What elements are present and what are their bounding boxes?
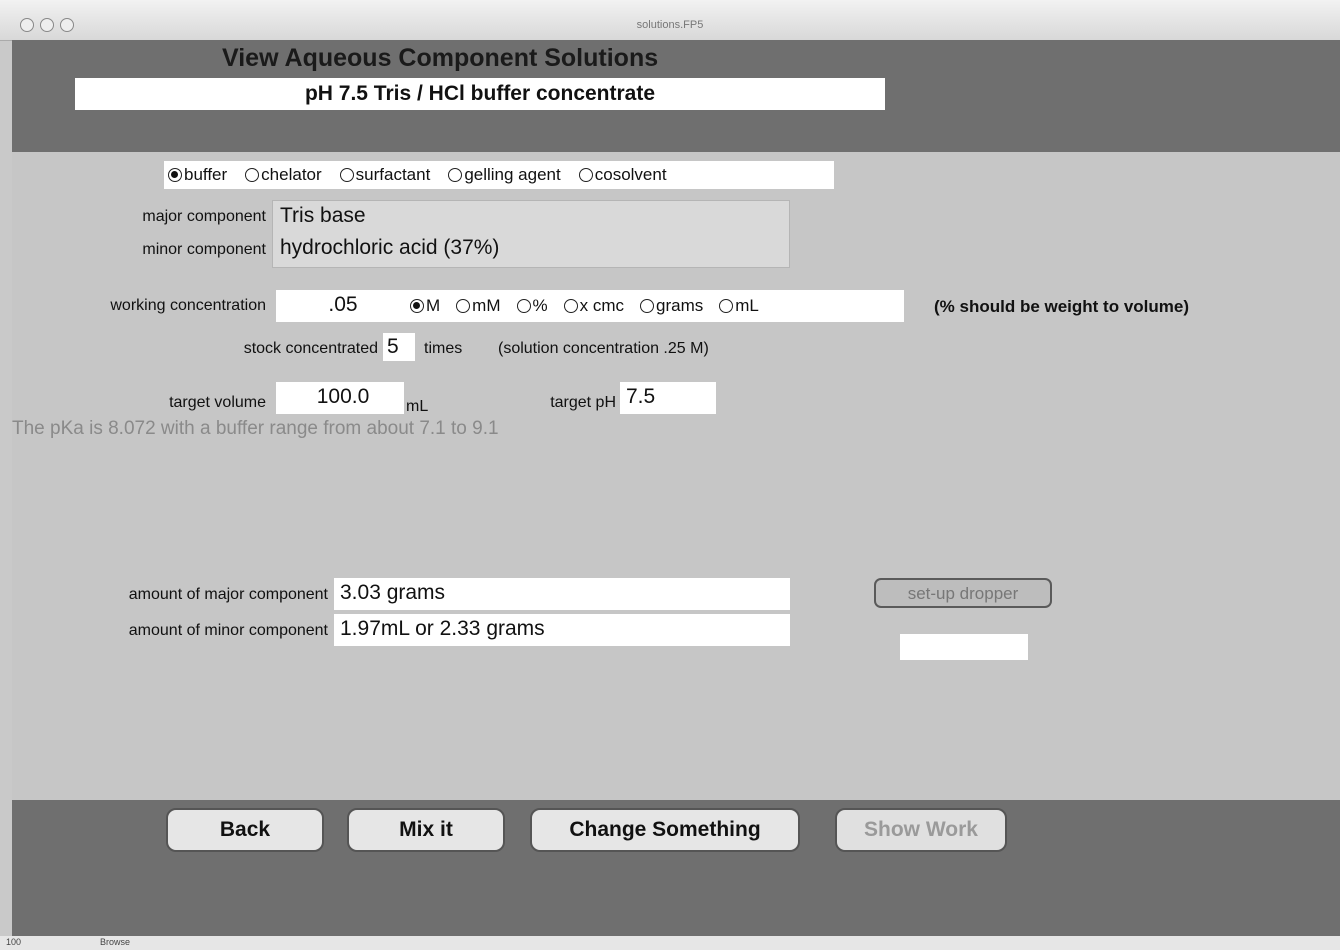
radio-chelator[interactable]: chelator xyxy=(245,165,322,185)
mix-it-button[interactable]: Mix it xyxy=(347,808,505,852)
radio-empty-icon xyxy=(339,168,354,182)
zoom-level[interactable]: 100 xyxy=(6,937,21,947)
mode-label[interactable]: Browse xyxy=(100,937,130,947)
stock-times-suffix: times xyxy=(424,340,463,357)
radio-unit-x-cmc[interactable]: x cmc xyxy=(563,296,624,316)
concentration-note: (% should be weight to volume) xyxy=(934,297,1189,316)
radio-surfactant[interactable]: surfactant xyxy=(339,165,430,185)
target-volume-field[interactable]: 100.0 xyxy=(276,382,404,414)
window-title: solutions.FP5 xyxy=(636,19,704,31)
minor-amount-label: amount of minor component xyxy=(128,622,328,639)
radio-empty-icon xyxy=(456,299,471,313)
dropper-output-field[interactable] xyxy=(900,634,1028,660)
main-content: buffer chelator surfactant gelling agent… xyxy=(12,152,1340,800)
radio-unit-mm[interactable]: mM xyxy=(456,296,501,316)
target-ph-label: target pH xyxy=(550,394,616,411)
pka-info-text: The pKa is 8.072 with a buffer range fro… xyxy=(12,418,499,439)
major-amount-field[interactable]: 3.03 grams xyxy=(334,578,790,610)
window-titlebar: solutions.FP5 xyxy=(0,0,1340,41)
major-component-label: major component xyxy=(142,208,266,225)
target-volume-label: target volume xyxy=(169,394,266,411)
radio-empty-icon xyxy=(448,168,463,182)
radio-selected-icon xyxy=(410,299,424,313)
target-ph-field[interactable]: 7.5 xyxy=(620,382,716,414)
minor-amount-field[interactable]: 1.97mL or 2.33 grams xyxy=(334,614,790,646)
radio-empty-icon xyxy=(516,299,531,313)
minor-component-field[interactable]: hydrochloric acid (37%) xyxy=(274,236,784,266)
radio-unit-percent[interactable]: % xyxy=(516,296,548,316)
change-something-button[interactable]: Change Something xyxy=(530,808,800,852)
component-type-radio-group: buffer chelator surfactant gelling agent… xyxy=(164,161,834,189)
major-component-field[interactable]: Tris base xyxy=(274,204,784,234)
setup-dropper-button[interactable]: set-up dropper xyxy=(874,578,1052,608)
radio-cosolvent[interactable]: cosolvent xyxy=(578,165,667,185)
back-button[interactable]: Back xyxy=(166,808,324,852)
status-bar: 100 Browse xyxy=(0,936,1340,950)
radio-empty-icon xyxy=(578,168,593,182)
footer-band: Back Mix it Change Something Show Work xyxy=(12,800,1340,936)
radio-gelling-agent[interactable]: gelling agent xyxy=(448,165,561,185)
working-concentration-label: working concentration xyxy=(110,297,266,314)
major-amount-label: amount of major component xyxy=(128,586,328,603)
radio-unit-grams[interactable]: grams xyxy=(640,296,703,316)
target-volume-unit: mL xyxy=(406,398,429,415)
radio-buffer[interactable]: buffer xyxy=(168,165,227,185)
page-title: View Aqueous Component Solutions xyxy=(222,44,659,72)
minor-component-label: minor component xyxy=(142,241,266,258)
radio-empty-icon xyxy=(245,168,260,182)
working-concentration-field[interactable]: .05 xyxy=(276,290,404,322)
concentration-units-radio-group: M mM % x cmc grams mL xyxy=(404,290,904,322)
stock-concentrated-label: stock concentrated xyxy=(243,340,378,357)
radio-unit-ml[interactable]: mL xyxy=(719,296,759,316)
radio-unit-m[interactable]: M xyxy=(410,296,440,316)
stock-times-field[interactable]: 5 xyxy=(383,333,415,361)
show-work-button[interactable]: Show Work xyxy=(835,808,1007,852)
radio-empty-icon xyxy=(719,299,734,313)
solution-concentration-text: (solution concentration .25 M) xyxy=(498,340,709,357)
header-band: View Aqueous Component Solutions pH 7.5 … xyxy=(12,40,1340,152)
radio-empty-icon xyxy=(563,299,578,313)
radio-selected-icon xyxy=(168,168,182,182)
solution-name-field[interactable]: pH 7.5 Tris / HCl buffer concentrate xyxy=(75,78,885,110)
radio-empty-icon xyxy=(640,299,655,313)
